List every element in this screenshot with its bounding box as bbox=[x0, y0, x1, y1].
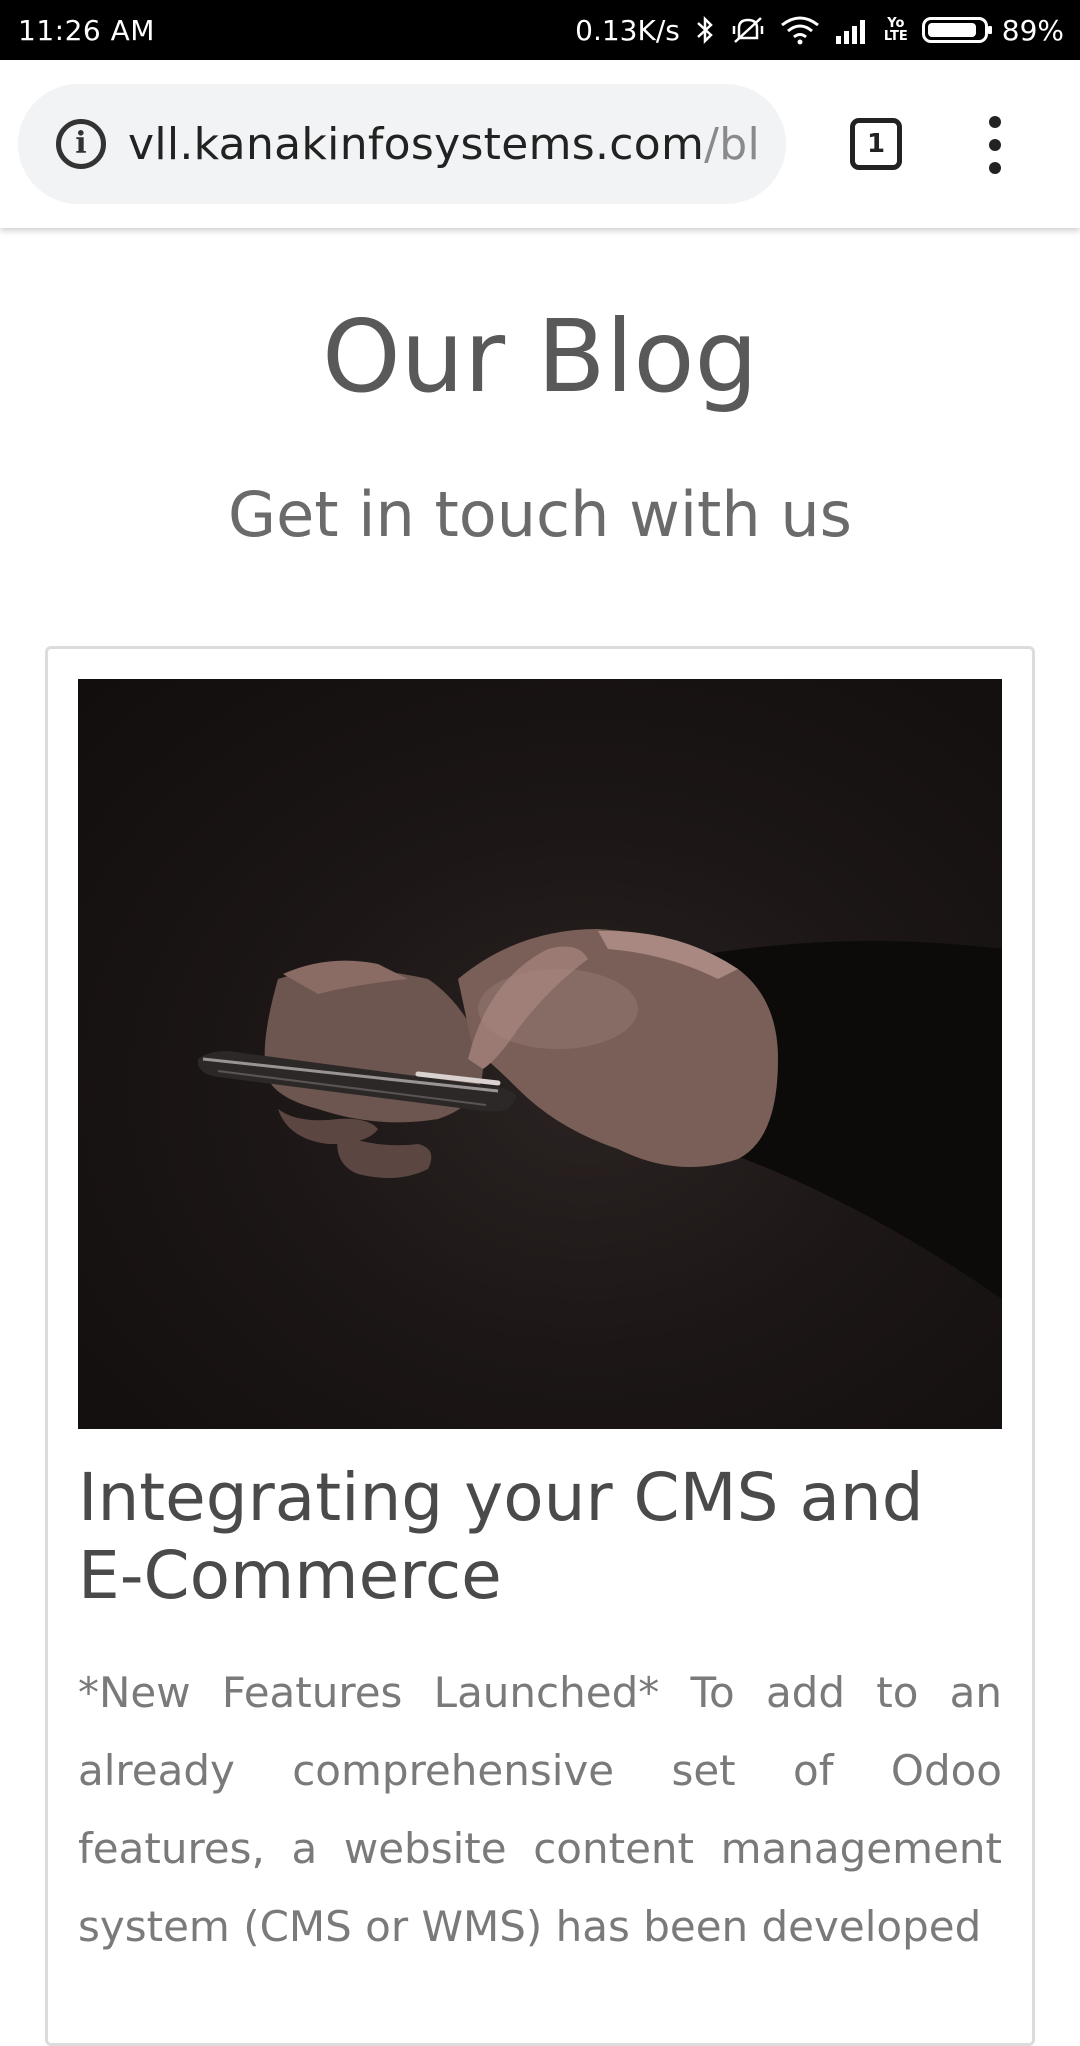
browser-toolbar: i vll.kanakinfosystems.com/bl 1 bbox=[0, 60, 1080, 228]
post-title[interactable]: Integrating your CMS and E-Commerce bbox=[78, 1459, 1008, 1615]
network-speed: 0.13K/s bbox=[575, 13, 680, 47]
signal-icon bbox=[834, 16, 870, 44]
url-text[interactable]: vll.kanakinfosystems.com/bl bbox=[128, 119, 760, 170]
battery-percent: 89% bbox=[1001, 13, 1064, 47]
info-icon[interactable]: i bbox=[56, 119, 106, 169]
status-time: 11:26 AM bbox=[18, 13, 155, 47]
blog-post-card[interactable]: Integrating your CMS and E-Commerce *New… bbox=[45, 646, 1035, 2046]
page-title: Our Blog bbox=[321, 298, 759, 415]
status-icons: 0.13K/s Yo LTE 89% bbox=[575, 14, 1080, 47]
lte-icon: Yo LTE bbox=[883, 16, 908, 44]
address-bar[interactable]: i vll.kanakinfosystems.com/bl bbox=[18, 84, 786, 204]
battery-fill bbox=[927, 23, 976, 37]
url-path: /bl bbox=[704, 118, 761, 170]
url-domain: vll.kanakinfosystems.com bbox=[128, 118, 705, 170]
wifi-icon bbox=[780, 15, 820, 45]
page-subtitle: Get in touch with us bbox=[228, 478, 852, 551]
menu-dots-icon[interactable] bbox=[980, 116, 1010, 174]
tab-count: 1 bbox=[866, 129, 886, 159]
post-image[interactable] bbox=[78, 679, 1002, 1429]
status-bar: 11:26 AM 0.13K/s Yo LTE 89% bbox=[0, 0, 1080, 60]
battery-icon bbox=[921, 17, 992, 43]
tab-switcher-icon[interactable]: 1 bbox=[850, 118, 902, 170]
post-excerpt: *New Features Launched* To add to an alr… bbox=[78, 1668, 1002, 1951]
bluetooth-icon bbox=[694, 15, 716, 45]
vibrate-icon bbox=[730, 14, 766, 46]
hands-holding-phone-photo bbox=[197, 929, 1002, 1299]
